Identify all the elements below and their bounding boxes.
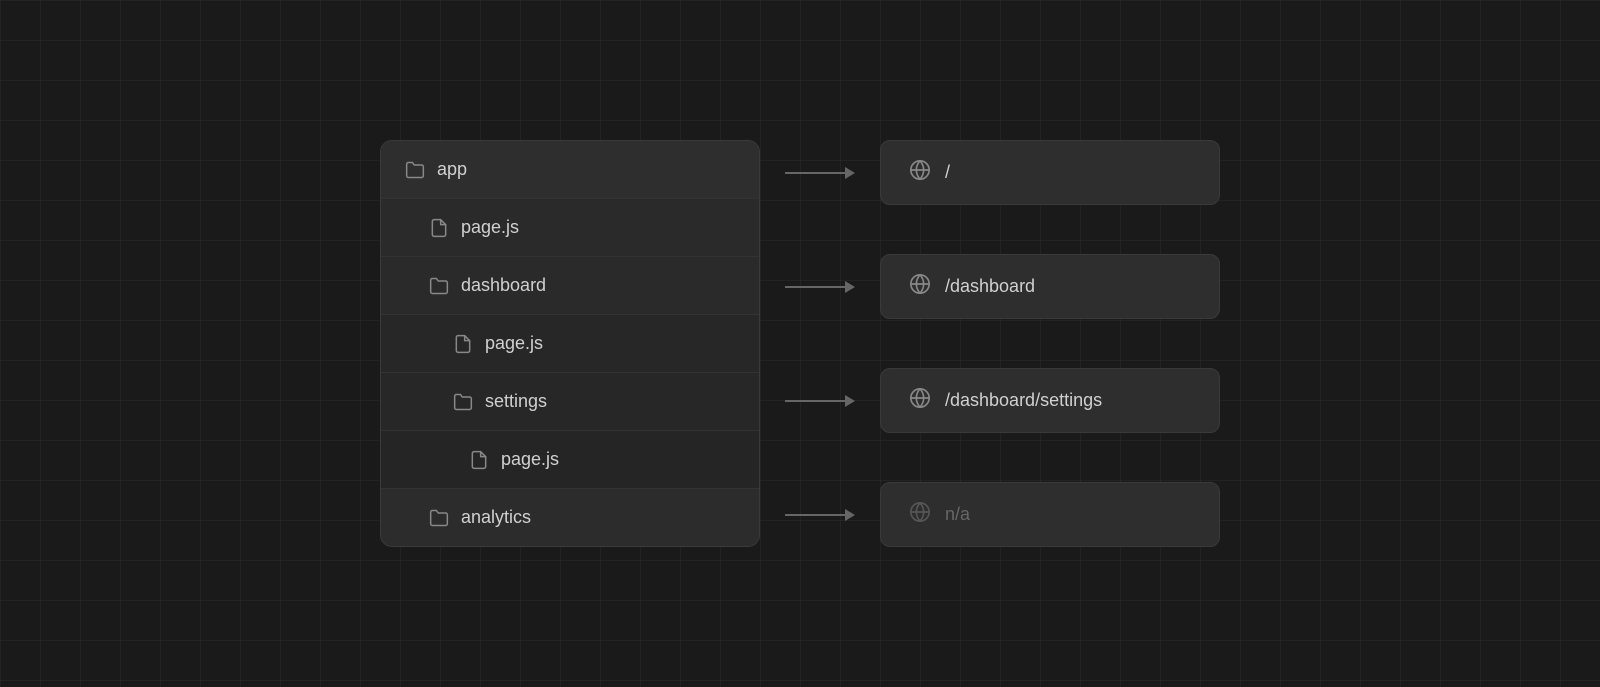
folder-icon-analytics bbox=[429, 508, 449, 528]
tree-item-page2: page.js bbox=[381, 315, 759, 373]
route-path-analytics: n/a bbox=[945, 504, 970, 525]
tree-label-dashboard: dashboard bbox=[461, 275, 546, 296]
globe-icon-analytics bbox=[909, 501, 931, 528]
route-box-settings: /dashboard/settings bbox=[880, 368, 1220, 433]
route-row-analytics: n/a bbox=[760, 486, 1220, 543]
route-path-settings: /dashboard/settings bbox=[945, 390, 1102, 411]
file-tree: app page.js dashboard bbox=[380, 140, 760, 547]
tree-label-page2: page.js bbox=[485, 333, 543, 354]
tree-item-dashboard: dashboard bbox=[381, 257, 759, 315]
arrow-root bbox=[760, 167, 880, 179]
route-box-dashboard: /dashboard bbox=[880, 254, 1220, 319]
folder-icon-app bbox=[405, 160, 425, 180]
file-icon-page2 bbox=[453, 334, 473, 354]
arrow-settings bbox=[760, 395, 880, 407]
tree-item-analytics: analytics bbox=[381, 489, 759, 546]
file-icon-page1 bbox=[429, 218, 449, 238]
spacer-page2 bbox=[760, 315, 1220, 372]
spacer-page1 bbox=[760, 201, 1220, 258]
route-box-root: / bbox=[880, 140, 1220, 205]
route-path-root: / bbox=[945, 162, 950, 183]
route-row-settings: /dashboard/settings bbox=[760, 372, 1220, 429]
file-icon-page3 bbox=[469, 450, 489, 470]
arrows-routes-section: / /dashboard bbox=[760, 144, 1220, 543]
arrow-analytics bbox=[760, 509, 880, 521]
globe-icon-root bbox=[909, 159, 931, 186]
tree-item-page3: page.js bbox=[381, 431, 759, 489]
tree-label-page3: page.js bbox=[501, 449, 559, 470]
arrow-dashboard bbox=[760, 281, 880, 293]
globe-icon-dashboard bbox=[909, 273, 931, 300]
route-box-analytics: n/a bbox=[880, 482, 1220, 547]
route-row-root: / bbox=[760, 144, 1220, 201]
tree-item-page1: page.js bbox=[381, 199, 759, 257]
route-path-dashboard: /dashboard bbox=[945, 276, 1035, 297]
tree-item-settings: settings bbox=[381, 373, 759, 431]
main-layout: app page.js dashboard bbox=[380, 140, 1220, 547]
route-row-dashboard: /dashboard bbox=[760, 258, 1220, 315]
tree-label-analytics: analytics bbox=[461, 507, 531, 528]
folder-icon-dashboard bbox=[429, 276, 449, 296]
tree-label-page1: page.js bbox=[461, 217, 519, 238]
globe-icon-settings bbox=[909, 387, 931, 414]
tree-label-settings: settings bbox=[485, 391, 547, 412]
tree-item-app: app bbox=[381, 141, 759, 199]
spacer-page3 bbox=[760, 429, 1220, 486]
tree-label-app: app bbox=[437, 159, 467, 180]
folder-icon-settings bbox=[453, 392, 473, 412]
